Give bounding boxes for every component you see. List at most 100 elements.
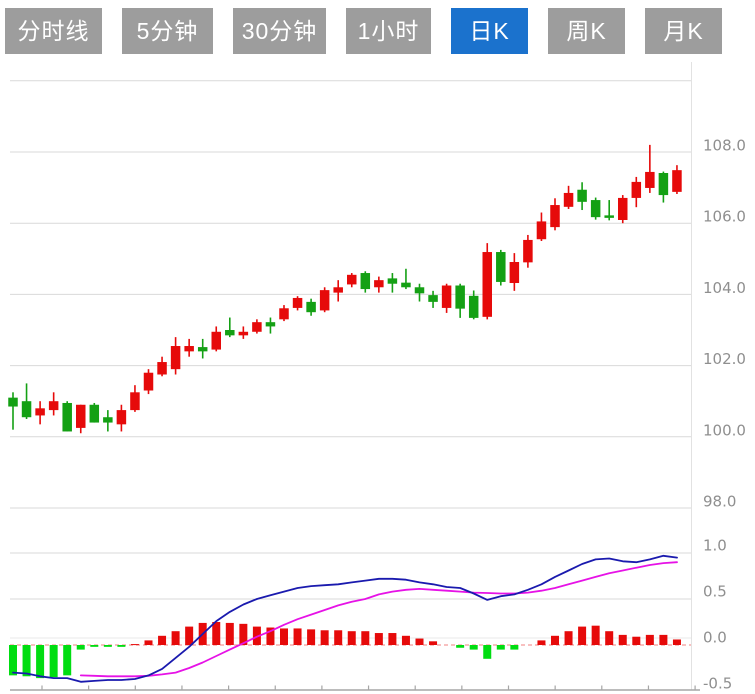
candle-body — [374, 280, 384, 287]
candles-group — [8, 145, 681, 433]
candle-body — [537, 221, 547, 239]
price-axis-label: 108.0 — [703, 137, 746, 155]
x-axis — [10, 686, 700, 691]
macd-bar-up — [158, 636, 166, 645]
macd-bar-down — [63, 645, 71, 675]
macd-bar-down — [483, 645, 491, 659]
macd-bar-up — [226, 623, 234, 645]
candle-body — [523, 240, 533, 262]
macd-bar-down — [50, 645, 58, 677]
price-axis-label: 102.0 — [703, 350, 746, 368]
period-button-4[interactable]: 日K — [451, 8, 528, 54]
candle-body — [8, 398, 18, 407]
macd-bar-up — [375, 633, 383, 645]
price-panel-gridlines: 108.0 106.0 104.0 102.0 100.0 98.0 — [10, 81, 746, 511]
macd-bar-up — [131, 644, 139, 645]
candle-body — [306, 302, 316, 312]
candle-body — [103, 417, 113, 422]
period-button-1[interactable]: 5分钟 — [122, 8, 213, 54]
candle-body — [632, 182, 642, 198]
macd-bar-down — [470, 645, 478, 650]
macd-axis-label: 1.0 — [703, 537, 727, 555]
candle-body — [49, 401, 59, 410]
candle-body — [76, 405, 86, 428]
price-axis-label: 98.0 — [703, 493, 736, 511]
price-axis-label: 104.0 — [703, 279, 746, 297]
macd-bar-up — [619, 635, 627, 645]
period-button-0[interactable]: 分时线 — [5, 8, 102, 54]
candle-body — [401, 283, 411, 288]
candle-body — [293, 298, 303, 308]
macd-bar-up — [307, 629, 315, 645]
macd-bar-down — [23, 645, 31, 676]
macd-bar-up — [361, 631, 369, 645]
candle-body — [184, 346, 194, 351]
candle-body — [604, 215, 614, 217]
candle-body — [212, 332, 222, 350]
macd-bar-down — [90, 645, 98, 647]
candle-body — [266, 322, 276, 326]
candle-body — [577, 190, 587, 202]
macd-bar-down — [456, 645, 464, 648]
macd-bar-up — [632, 637, 640, 645]
macd-bar-down — [9, 645, 17, 675]
candle-body — [455, 286, 465, 309]
price-axis-label: 106.0 — [703, 208, 746, 226]
macd-bar-up — [551, 636, 559, 645]
candle-body — [442, 286, 452, 308]
macd-bar-up — [537, 640, 545, 645]
candle-body — [672, 170, 682, 192]
kline-chart-app: 分时线5分钟30分钟1小时日K周K月K 108.0106.0104.0102.0… — [0, 0, 755, 694]
period-button-5[interactable]: 周K — [548, 8, 625, 54]
macd-axis-label: 0.5 — [703, 583, 727, 601]
candle-body — [144, 373, 154, 391]
macd-bar-down — [510, 645, 518, 650]
macd-bar-down — [77, 645, 85, 650]
candle-body — [117, 410, 127, 424]
candle-body — [320, 290, 330, 310]
macd-bar-up — [294, 628, 302, 645]
macd-bar-up — [145, 640, 153, 645]
macd-bar-up — [416, 639, 424, 645]
macd-panel-gridlines: 1.00.50.0-0.5 — [10, 537, 732, 693]
macd-bar-up — [402, 636, 410, 645]
macd-bar-up — [334, 630, 342, 645]
candle-body — [171, 346, 181, 369]
candle-body — [279, 308, 289, 319]
candle-body — [157, 362, 167, 374]
candle-body — [645, 172, 655, 188]
macd-bar-down — [117, 645, 125, 647]
macd-bar-up — [429, 641, 437, 645]
macd-bar-up — [565, 631, 573, 645]
candle-body — [659, 173, 669, 195]
candle-body — [90, 405, 100, 423]
candle-body — [564, 193, 574, 207]
period-button-2[interactable]: 30分钟 — [233, 8, 326, 54]
candle-body — [22, 401, 32, 417]
candle-body — [591, 200, 601, 217]
period-button-3[interactable]: 1小时 — [346, 8, 431, 54]
period-button-6[interactable]: 月K — [645, 8, 722, 54]
macd-bar-up — [348, 631, 356, 645]
candle-body — [483, 252, 493, 317]
macd-bar-down — [104, 645, 112, 647]
candle-body — [35, 408, 45, 415]
price-axis-label: 100.0 — [703, 421, 746, 439]
candle-body — [496, 252, 506, 282]
macd-bar-up — [185, 627, 193, 645]
macd-axis-label: -0.5 — [703, 675, 732, 693]
macd-bar-up — [172, 631, 180, 645]
candle-body — [361, 273, 371, 289]
candle-body — [388, 278, 398, 283]
kline-chart: 108.0106.0104.0102.0100.098.01.00.50.0-0… — [0, 0, 755, 694]
candle-body — [130, 392, 140, 410]
macd-bar-up — [212, 622, 220, 645]
macd-bar-up — [592, 626, 600, 645]
candle-body — [347, 275, 357, 285]
dif-line — [13, 556, 677, 682]
candle-body — [239, 332, 249, 336]
candle-body — [428, 295, 438, 302]
candle-body — [469, 296, 479, 318]
candle-body — [618, 198, 628, 220]
candle-body — [510, 262, 519, 283]
